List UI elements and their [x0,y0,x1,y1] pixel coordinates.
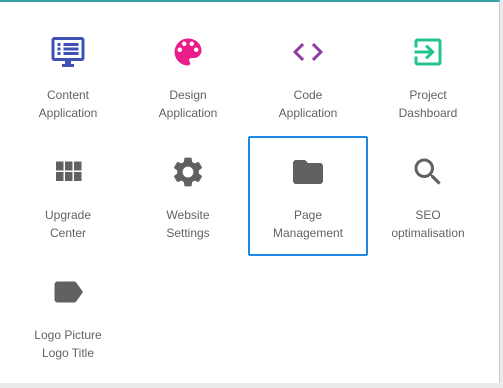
tile-label-line2: Management [272,226,344,240]
tile-label-line1: Website [166,208,210,222]
app-grid: Content Application Design Application Cod… [8,16,488,376]
tile-label-line2: optimalisation [391,226,465,240]
tile-label-line1: Page [293,208,323,222]
tile-page-management[interactable]: Page Management [248,136,368,256]
tile-upgrade-center[interactable]: Upgrade Center [8,136,128,256]
tile-content-application[interactable]: Content Application [8,16,128,136]
palette-icon [168,32,208,72]
magnifier-icon [408,152,448,192]
folder-icon [288,152,328,192]
gear-icon [168,152,208,192]
tile-label-line2: Dashboard [398,106,458,120]
tile-label-line1: Design [169,88,207,102]
code-brackets-icon [288,32,328,72]
tile-label-line2: Application [38,106,98,120]
tile-label-line1: SEO [415,208,441,222]
tile-label-line2: Logo Title [41,346,95,360]
tile-label-line1: Code [293,88,323,102]
tile-code-application[interactable]: Code Application [248,16,368,136]
login-box-icon [408,32,448,72]
tile-label-line1: Logo Picture [34,328,102,342]
app-launcher-panel: Content Application Design Application Cod… [0,0,500,383]
tile-website-settings[interactable]: Website Settings [128,136,248,256]
tile-seo-optimalisation[interactable]: SEO optimalisation [368,136,488,256]
tile-label-line1: Content [46,88,90,102]
tile-label-line1: Project [409,88,447,102]
tile-label-line2: Application [278,106,338,120]
tile-logo-picture[interactable]: Logo Picture Logo Title [8,256,128,376]
monitor-list-icon [48,32,88,72]
tile-label-line2: Settings [166,226,210,240]
tile-label-line2: Application [158,106,218,120]
tile-label-line1: Upgrade [44,208,92,222]
tile-label-line2: Center [49,226,87,240]
tile-design-application[interactable]: Design Application [128,16,248,136]
grid-icon [48,152,88,192]
label-tag-icon [48,272,88,312]
tile-project-dashboard[interactable]: Project Dashboard [368,16,488,136]
